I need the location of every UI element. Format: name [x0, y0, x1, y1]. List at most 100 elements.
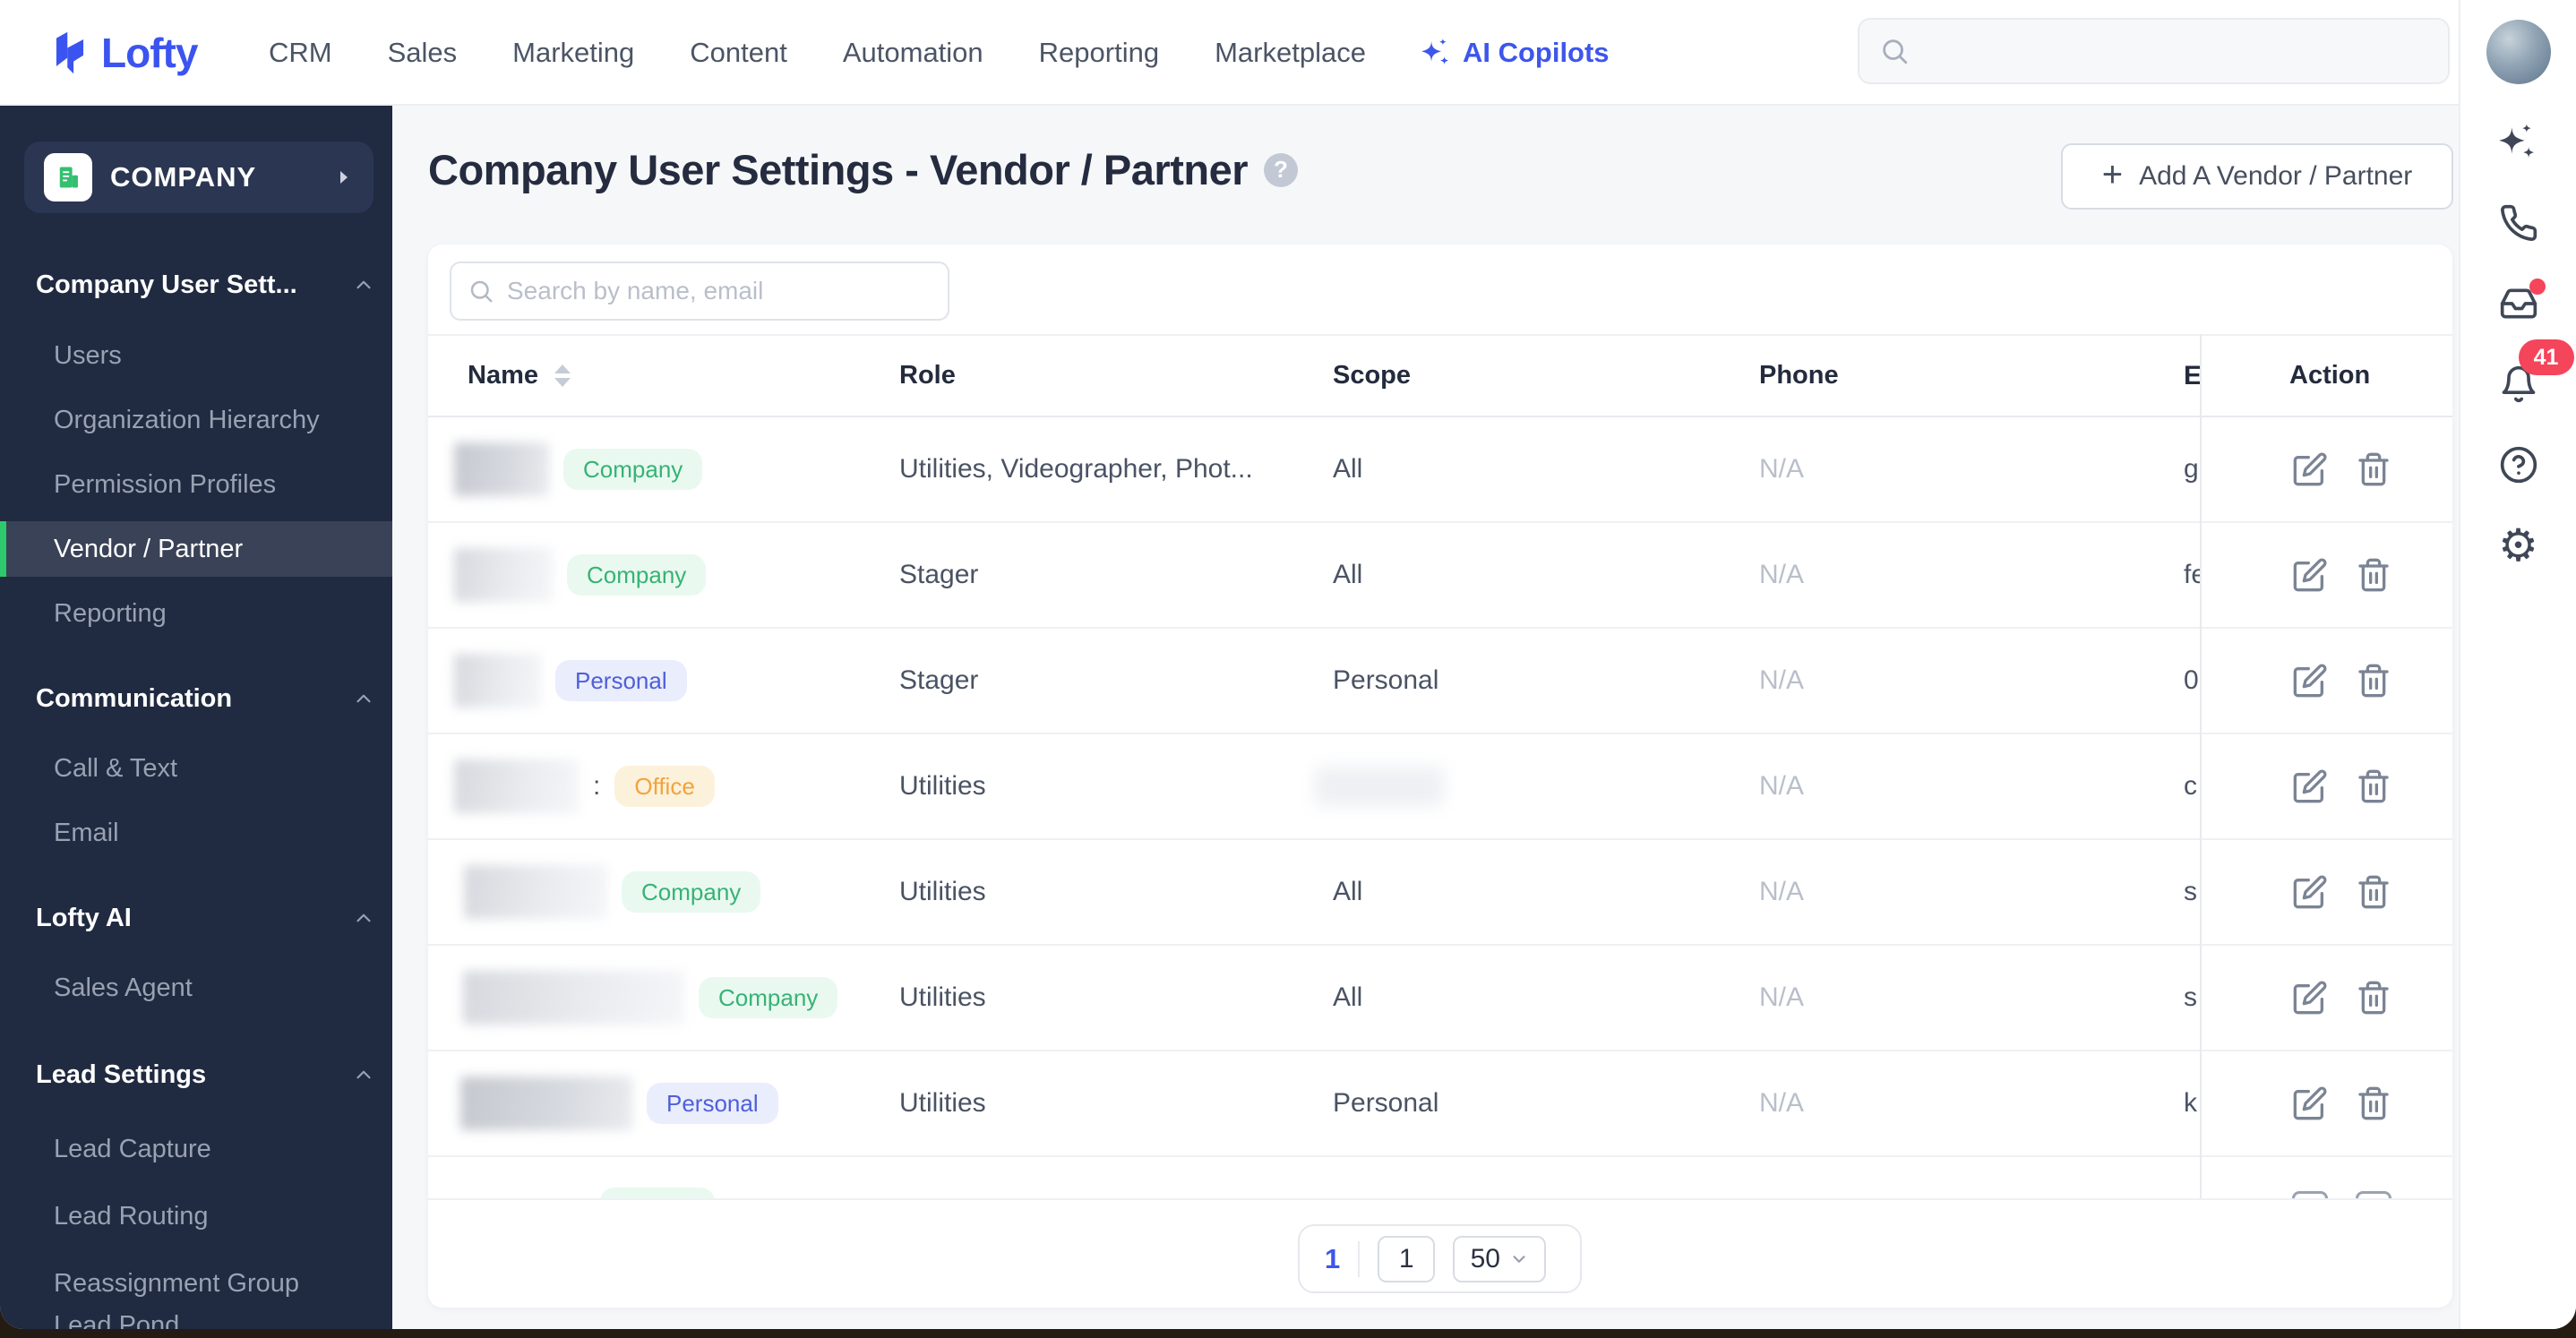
- sort-control[interactable]: [554, 365, 571, 387]
- role-cell: Stager: [899, 560, 979, 589]
- col-header-phone: Phone: [1759, 361, 1839, 390]
- nav-item-automation[interactable]: Automation: [843, 37, 983, 69]
- table-row-partial: [428, 1157, 2452, 1198]
- sidebar-item-sales-agent[interactable]: Sales Agent: [54, 968, 193, 1008]
- inbox-icon[interactable]: [2495, 279, 2546, 327]
- name-suffix: :: [593, 771, 601, 801]
- nav-item-marketplace[interactable]: Marketplace: [1215, 37, 1366, 69]
- chevron-up-icon[interactable]: [352, 687, 375, 710]
- sidebar-item-organization-hierarchy[interactable]: Organization Hierarchy: [54, 400, 320, 440]
- help-icon[interactable]: ?: [1264, 152, 1298, 187]
- table-search[interactable]: [450, 262, 949, 321]
- sidebar-item-lead-capture[interactable]: Lead Capture: [54, 1129, 211, 1169]
- user-avatar[interactable]: [2486, 20, 2551, 84]
- gear-icon[interactable]: ⚙: [2495, 522, 2542, 569]
- sidebar: COMPANY Company User Sett... Users Organiz…: [0, 106, 392, 1329]
- page-size-select[interactable]: 50: [1453, 1235, 1547, 1282]
- lofty-logo[interactable]: Lofty: [49, 0, 198, 106]
- chevron-up-icon[interactable]: [352, 1063, 375, 1086]
- notification-count-badge: 41: [2518, 339, 2574, 375]
- scope-badge-company: Company: [563, 449, 703, 490]
- name-cell: Company: [454, 442, 703, 496]
- page-button-1[interactable]: 1: [1325, 1243, 1340, 1275]
- sidebar-item-permission-profiles[interactable]: Permission Profiles: [54, 465, 276, 504]
- nav-item-crm[interactable]: CRM: [269, 37, 332, 69]
- delete-icon[interactable]: [2356, 557, 2391, 593]
- edit-icon[interactable]: [2292, 451, 2328, 487]
- page-title-text: Company User Settings - Vendor / Partner: [428, 146, 1249, 193]
- sidebar-item-users[interactable]: Users: [54, 336, 122, 375]
- bell-icon[interactable]: 41: [2495, 339, 2574, 407]
- role-cell: Utilities: [899, 982, 986, 1012]
- help-icon[interactable]: [2495, 442, 2542, 488]
- main-content: Company User Settings - Vendor / Partner…: [392, 106, 2459, 1329]
- redacted-name: [454, 759, 579, 813]
- action-column-divider: [2200, 334, 2202, 1198]
- delete-icon[interactable]: [2356, 663, 2391, 699]
- edit-icon[interactable]: [2292, 768, 2328, 804]
- page-number-input[interactable]: [1378, 1235, 1436, 1282]
- phone-cell: N/A: [1759, 665, 1805, 695]
- sidebar-item-reassignment-group[interactable]: Reassignment Group: [54, 1264, 299, 1303]
- nav-item-ai-copilots[interactable]: AI Copilots: [1421, 37, 1610, 69]
- delete-icon[interactable]: [2356, 1191, 2391, 1198]
- right-icon-rail: 41 ⚙: [2459, 0, 2576, 1329]
- workspace-switcher[interactable]: COMPANY: [24, 142, 374, 213]
- col-header-email: Email: [2184, 360, 2202, 390]
- edit-icon[interactable]: [2292, 874, 2328, 910]
- table-row: Company Utilities All N/A s: [428, 946, 2452, 1051]
- edit-icon[interactable]: [2292, 557, 2328, 593]
- sidebar-section-lofty-ai[interactable]: Lofty AI: [36, 900, 132, 936]
- nav-item-sales[interactable]: Sales: [388, 37, 458, 69]
- scope-cell: All: [1333, 454, 1363, 484]
- table-row: Company Utilities All N/A s: [428, 840, 2452, 946]
- add-button-label: Add A Vendor / Partner: [2139, 161, 2413, 191]
- workspace-label: COMPANY: [110, 161, 257, 193]
- table-row: Personal Utilities Personal N/A k: [428, 1051, 2452, 1157]
- chevron-up-icon[interactable]: [352, 906, 375, 930]
- nav-item-content[interactable]: Content: [690, 37, 787, 69]
- sidebar-section-lead-settings[interactable]: Lead Settings: [36, 1057, 206, 1093]
- edit-icon[interactable]: [2292, 980, 2328, 1016]
- sidebar-item-reporting[interactable]: Reporting: [54, 594, 167, 633]
- delete-icon[interactable]: [2356, 1085, 2391, 1121]
- sparkles-icon[interactable]: [2495, 119, 2542, 166]
- chevron-down-icon: [1513, 1255, 1525, 1263]
- delete-icon[interactable]: [2356, 451, 2391, 487]
- col-header-action: Action: [2289, 361, 2371, 390]
- chevron-up-icon[interactable]: [352, 273, 375, 296]
- sidebar-item-lead-routing[interactable]: Lead Routing: [54, 1196, 209, 1236]
- delete-icon[interactable]: [2356, 874, 2391, 910]
- sidebar-section-company-user-sett[interactable]: Company User Sett...: [36, 267, 297, 303]
- page-title: Company User Settings - Vendor / Partner…: [428, 145, 1298, 194]
- logo-text: Lofty: [101, 30, 198, 76]
- chevron-right-icon: [340, 171, 348, 184]
- edit-icon[interactable]: [2292, 1085, 2328, 1121]
- page-size-value: 50: [1470, 1243, 1500, 1274]
- delete-icon[interactable]: [2356, 768, 2391, 804]
- global-search[interactable]: [1858, 18, 2450, 84]
- email-cell-clipped: k: [2184, 1088, 2197, 1118]
- sidebar-item-call-text[interactable]: Call & Text: [54, 749, 177, 788]
- name-cell: Company: [454, 548, 707, 602]
- sidebar-item-vendor-partner[interactable]: Vendor / Partner: [0, 521, 392, 577]
- redacted-scope: [1315, 767, 1444, 806]
- edit-icon[interactable]: [2292, 1191, 2328, 1198]
- nav-item-reporting[interactable]: Reporting: [1039, 37, 1159, 69]
- scope-cell: All: [1333, 560, 1363, 589]
- lofty-logo-icon: [56, 31, 84, 74]
- delete-icon[interactable]: [2356, 980, 2391, 1016]
- sidebar-section-communication[interactable]: Communication: [36, 681, 232, 716]
- company-building-icon: [44, 153, 92, 202]
- sidebar-item-lead-pond[interactable]: Lead Pond: [54, 1306, 179, 1330]
- table-search-input[interactable]: [505, 276, 932, 306]
- edit-icon[interactable]: [2292, 663, 2328, 699]
- table-row: Company Utilities, Videographer, Phot... A…: [428, 417, 2452, 523]
- sidebar-item-email[interactable]: Email: [54, 813, 119, 853]
- nav-item-marketing[interactable]: Marketing: [512, 37, 634, 69]
- phone-icon[interactable]: [2495, 200, 2542, 246]
- global-search-input[interactable]: [1922, 35, 2428, 67]
- table-row: Personal Stager Personal N/A 0: [428, 629, 2452, 734]
- add-vendor-partner-button[interactable]: + Add A Vendor / Partner: [2061, 143, 2453, 210]
- phone-cell: N/A: [1759, 1088, 1805, 1118]
